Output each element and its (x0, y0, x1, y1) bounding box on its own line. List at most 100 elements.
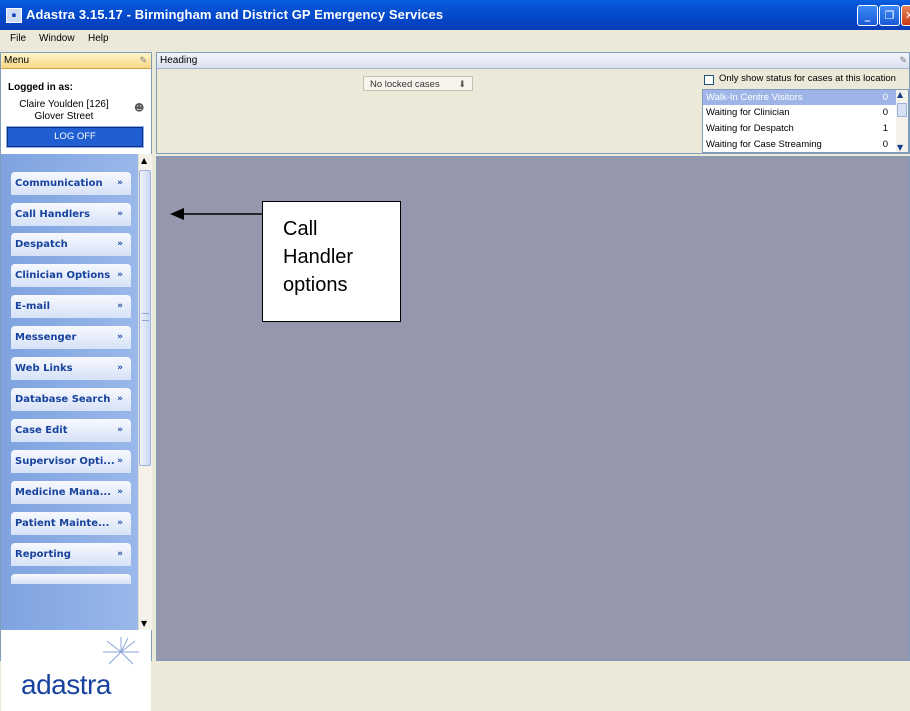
menu-item-clinician-options[interactable]: Clinician Options » (11, 264, 131, 287)
menu-item-email[interactable]: E-mail » (11, 295, 131, 318)
adastra-logo: adastra (21, 669, 111, 700)
status-row[interactable]: Waiting for Despatch 1 (703, 121, 896, 136)
download-arrow-icon: ⬇ (458, 79, 466, 89)
close-button[interactable]: ✕ (901, 5, 910, 26)
locked-cases-indicator[interactable]: No locked cases ⬇ (363, 76, 473, 91)
menu-item-label: Supervisor Opti... (15, 456, 115, 467)
callout-line: Call (283, 218, 318, 240)
heading-title: Heading (160, 55, 198, 66)
menu-panel-title: Menu (4, 55, 30, 66)
menu-item-patient-maintenance[interactable]: Patient Mainte... » (11, 512, 131, 535)
heading-panel-header: Heading ✎ (157, 53, 909, 69)
scroll-up-icon[interactable]: ▲ (141, 156, 147, 165)
menu-panel-header: Menu ✎ (1, 53, 151, 69)
chevron-down-icon: » (117, 178, 123, 188)
status-list: Walk-In Centre Visitors 0 Waiting for Cli… (702, 89, 909, 153)
menu-item-label: Patient Mainte... (15, 518, 110, 529)
location-status-checkbox[interactable] (704, 75, 714, 85)
status-label: Waiting for Case Streaming (706, 139, 822, 150)
locked-cases-label: No locked cases (370, 79, 440, 90)
logged-in-label: Logged in as: (8, 82, 73, 93)
chevron-down-icon: » (117, 332, 123, 342)
status-scrollbar[interactable]: ▲ ▼ (896, 90, 908, 152)
status-row[interactable]: Waiting for Case Streaming 0 (703, 137, 896, 152)
chevron-down-icon: » (117, 209, 123, 219)
menu-item-case-edit[interactable]: Case Edit » (11, 419, 131, 442)
menu-item-database-search[interactable]: Database Search » (11, 388, 131, 411)
scroll-down-icon[interactable]: ▼ (897, 143, 903, 152)
menu-list: Communication» Call Handlers» Despatch» … (1, 154, 138, 630)
user-name: Claire Youlden [126] (19, 99, 109, 110)
user-icon: ☻ (134, 103, 145, 114)
menu-item-label: Web Links (15, 363, 73, 374)
annotation-arrow-icon (170, 208, 262, 220)
chevron-down-icon: » (117, 363, 123, 373)
menu-help[interactable]: Help (88, 33, 109, 44)
menu-item-web-links[interactable]: Web Links » (11, 357, 131, 380)
minimize-button[interactable]: _ (857, 5, 878, 26)
location-status-label: Only show status for cases at this locat… (719, 73, 896, 84)
scroll-thumb[interactable] (897, 103, 907, 117)
chevron-down-icon: » (117, 394, 123, 404)
window-title: Adastra 3.15.17 - Birmingham and Distric… (26, 7, 444, 22)
grip-icon (142, 313, 149, 321)
scroll-down-icon[interactable]: ▼ (141, 619, 147, 628)
logo-area: adastra (1, 631, 151, 711)
menu-item-reporting[interactable]: Reporting » (11, 543, 131, 566)
chevron-down-icon: » (117, 270, 123, 280)
status-label: Walk-In Centre Visitors (706, 92, 803, 103)
status-row[interactable]: Waiting for Clinician 0 (703, 105, 896, 120)
chevron-down-icon: » (117, 549, 123, 559)
menu-item-label: Medicine Mana... (15, 487, 112, 498)
status-count: 0 (882, 92, 888, 103)
login-info: Logged in as: Claire Youlden [126] Glove… (1, 69, 151, 153)
menu-file[interactable]: File (10, 33, 26, 44)
menu-item-partial[interactable] (11, 574, 131, 584)
menu-item-medicine-management[interactable]: Medicine Mana... » (11, 481, 131, 504)
pin-icon[interactable]: ✎ (139, 53, 147, 68)
menu-window[interactable]: Window (39, 33, 75, 44)
chevron-down-icon: » (117, 239, 123, 249)
menu-item-messenger[interactable]: Messenger » (11, 326, 131, 349)
star-logo-icon (103, 637, 139, 665)
menu-item-label: Case Edit (15, 425, 68, 436)
status-label: Waiting for Despatch (706, 123, 794, 134)
menu-item-communication[interactable]: Communication » (11, 172, 131, 195)
status-count: 0 (882, 139, 888, 150)
scroll-up-icon[interactable]: ▲ (897, 90, 903, 99)
logoff-button[interactable]: LOG OFF (6, 126, 144, 148)
chevron-down-icon: » (117, 301, 123, 311)
menu-panel: Menu ✎ Logged in as: Claire Youlden [126… (0, 52, 152, 711)
menu-item-label: Reporting (15, 549, 71, 560)
status-row[interactable]: Walk-In Centre Visitors 0 (703, 90, 896, 105)
menu-item-label: Clinician Options (15, 270, 111, 281)
chevron-down-icon: » (117, 456, 123, 466)
menu-item-despatch[interactable]: Despatch » (11, 233, 131, 256)
status-label: Waiting for Clinician (706, 107, 790, 118)
menu-item-label: E-mail (15, 301, 51, 312)
user-location: Glover Street (34, 111, 94, 122)
menu-scrollbar[interactable]: ▲ ▼ (138, 154, 152, 630)
menu-item-label: Database Search (15, 394, 111, 405)
callout-line: Handler (283, 246, 354, 268)
menu-item-supervisor-options[interactable]: Supervisor Opti...» (11, 450, 131, 473)
pin-icon[interactable]: ✎ (899, 53, 907, 68)
app-icon[interactable]: ▪ (6, 8, 22, 23)
chevron-down-icon: » (117, 425, 123, 435)
title-bar: ▪ Adastra 3.15.17 - Birmingham and Distr… (0, 0, 910, 30)
menu-item-label: Communication (15, 178, 103, 189)
chevron-down-icon: » (117, 518, 123, 528)
menu-item-call-handlers[interactable]: Call Handlers » (11, 203, 131, 226)
menu-item-label: Despatch (15, 239, 68, 250)
callout-line: options (283, 274, 348, 296)
annotation-callout: Call Handler options (262, 201, 401, 322)
status-count: 0 (882, 107, 888, 118)
menu-item-label: Messenger (15, 332, 77, 343)
menu-bar: File Window Help (0, 30, 910, 49)
heading-panel: Heading ✎ No locked cases ⬇ Only show st… (156, 52, 910, 154)
chevron-down-icon: » (117, 487, 123, 497)
menu-item-label: Call Handlers (15, 209, 90, 220)
status-count: 1 (882, 123, 888, 134)
restore-button[interactable]: ❐ (879, 5, 900, 26)
scroll-thumb[interactable] (139, 170, 151, 466)
